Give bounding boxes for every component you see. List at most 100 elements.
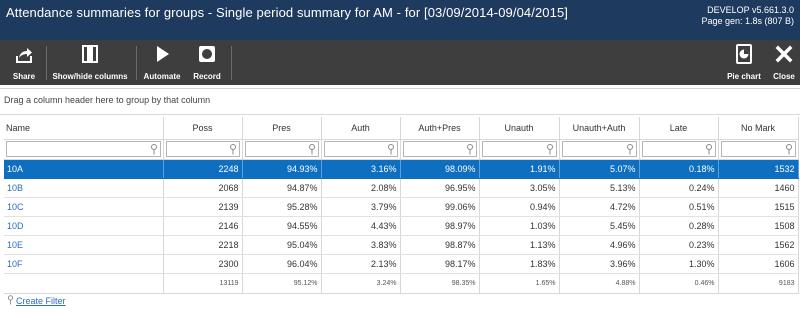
cell-no-mark: 1532 [718,159,799,179]
close-button[interactable]: Close [770,40,798,85]
filter-cell-pres [242,139,322,160]
column-header-poss[interactable]: Poss [163,117,243,140]
cell-late: 1.30% [639,254,719,274]
toolbar-separator [136,46,137,80]
table-row[interactable]: 10F 2300 96.04% 2.13% 98.17% 1.83% 3.96% 1.30% 1… [4,254,799,274]
filter-cell-auth-pres [400,139,480,160]
record-button[interactable]: Record [189,40,225,85]
header-row: Name Poss Pres Auth Auth+Pres Unauth Una… [4,117,799,140]
totals-row: 13119 95.12% 3.24% 98.35% 1.65% 4.88% 0.46% 918… [4,273,799,294]
cell-pres: 94.55% [242,216,322,236]
cell-unauth: 1.13% [479,235,560,255]
total-poss: 13119 [163,273,243,294]
column-header-pres[interactable]: Pres [242,117,322,140]
filter-cell-poss [163,139,243,160]
cell-auth: 2.13% [321,254,401,274]
data-grid: Drag a column header here to group by th… [0,88,800,313]
version-label: DEVELOP v5.661.3.0 [707,5,794,15]
cell-no-mark: 1508 [718,216,799,236]
filter-icon[interactable] [546,144,554,155]
total-late: 0.46% [639,273,719,294]
filter-icon[interactable] [387,144,395,155]
show-hide-columns-button[interactable]: Show/hide columns [52,40,128,85]
filter-icon[interactable] [705,144,713,155]
filter-icon[interactable] [308,144,316,155]
cell-late: 0.24% [639,178,719,198]
cell-name[interactable]: 10C [4,197,164,217]
cell-name[interactable]: 10E [4,235,164,255]
cell-name[interactable]: 10D [4,216,164,236]
column-header-late[interactable]: Late [639,117,719,140]
column-header-auth[interactable]: Auth [321,117,401,140]
filter-icon[interactable] [150,144,158,155]
filter-input-name[interactable] [6,141,161,157]
filter-icon[interactable] [229,144,237,155]
play-icon [157,46,169,62]
cell-auth-pres: 98.17% [400,254,480,274]
record-label: Record [193,72,221,81]
filter-input-unauth[interactable] [481,141,557,157]
filter-row [4,139,799,160]
cell-pres: 95.28% [242,197,322,217]
cell-no-mark: 1460 [718,178,799,198]
cell-late: 0.28% [639,216,719,236]
cell-unauth-auth: 4.72% [559,197,640,217]
cell-auth-pres: 96.95% [400,178,480,198]
cell-no-mark: 1515 [718,197,799,217]
table-row[interactable]: 10A 2248 94.93% 3.16% 98.09% 1.91% 5.07% 0.18% 1… [4,159,799,179]
automate-button[interactable]: Automate [142,40,182,85]
total-pres: 95.12% [242,273,322,294]
record-icon [199,46,215,62]
filter-input-poss[interactable] [165,141,240,157]
cell-pres: 94.93% [242,159,322,179]
cell-auth-pres: 98.97% [400,216,480,236]
cell-name[interactable]: 10F [4,254,164,274]
column-header-unauth[interactable]: Unauth [479,117,560,140]
table-row[interactable]: 10D 2146 94.55% 4.43% 98.97% 1.03% 5.45% 0.28% 1… [4,216,799,236]
share-button[interactable]: Share [8,40,40,85]
group-by-hint[interactable]: Drag a column header here to group by th… [4,95,210,105]
cell-auth: 4.43% [321,216,401,236]
close-label: Close [773,72,795,81]
toolbar-separator [46,46,47,80]
pie-chart-button[interactable]: Pie chart [724,40,764,85]
filter-icon[interactable] [626,144,634,155]
column-header-unauth-auth[interactable]: Unauth+Auth [559,117,640,140]
table-row[interactable]: 10C 2139 95.28% 3.79% 99.06% 0.94% 4.72% 0.51% 1… [4,197,799,217]
table-row[interactable]: 10E 2218 95.04% 3.83% 98.87% 1.13% 4.96% 0.23% 1… [4,235,799,255]
filter-input-auth[interactable] [323,141,398,157]
cell-poss: 2068 [163,178,243,198]
cell-pres: 96.04% [242,254,322,274]
cell-name[interactable]: 10A [4,159,164,179]
filter-input-no-mark[interactable] [720,141,796,157]
cell-unauth: 3.05% [479,178,560,198]
cell-unauth-auth: 3.96% [559,254,640,274]
cell-auth: 3.83% [321,235,401,255]
column-header-auth-pres[interactable]: Auth+Pres [400,117,480,140]
table-row[interactable]: 10B 2068 94.87% 2.08% 96.95% 3.05% 5.13% 0.24% 1… [4,178,799,198]
cell-unauth-auth: 5.07% [559,159,640,179]
cell-poss: 2146 [163,216,243,236]
filter-cell-unauth [479,139,560,160]
filter-input-late[interactable] [641,141,716,157]
column-header-no-mark[interactable]: No Mark [718,117,799,140]
create-filter[interactable]: Create Filter [7,295,66,306]
page-gen-label: Page gen: 1.8s (807 B) [701,16,794,26]
cell-auth: 2.08% [321,178,401,198]
title-bar: Attendance summaries for groups - Single… [0,0,800,40]
filter-icon[interactable] [466,144,474,155]
filter-icon[interactable] [785,144,793,155]
column-header-name[interactable]: Name [4,117,164,140]
cell-poss: 2300 [163,254,243,274]
cell-auth-pres: 98.09% [400,159,480,179]
filter-input-unauth-auth[interactable] [561,141,637,157]
filter-input-auth-pres[interactable] [402,141,477,157]
filter-icon [7,295,14,305]
cell-name[interactable]: 10B [4,178,164,198]
create-filter-link[interactable]: Create Filter [16,296,66,306]
filter-input-pres[interactable] [244,141,319,157]
cell-unauth-auth: 4.96% [559,235,640,255]
page-title: Attendance summaries for groups - Single… [6,5,568,20]
filter-cell-name [4,139,164,160]
total-auth-pres: 98.35% [400,273,480,294]
